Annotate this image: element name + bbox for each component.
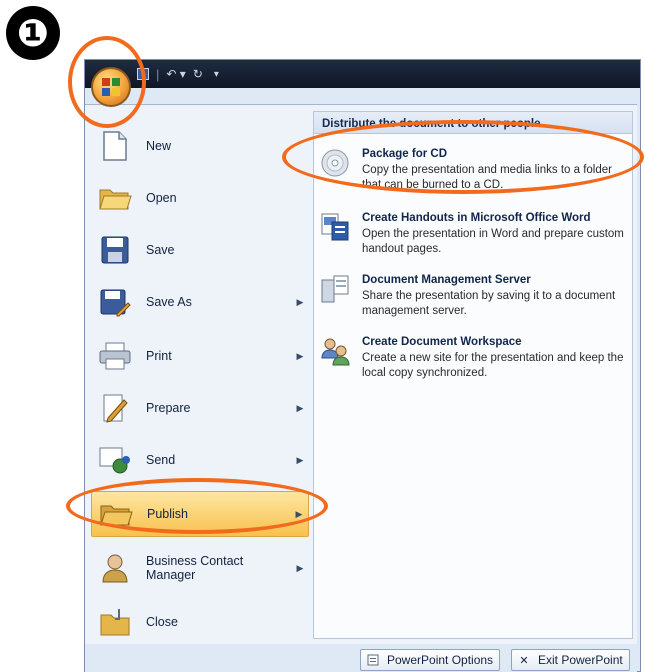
prepare-icon xyxy=(96,389,134,427)
menu-item-save[interactable]: Save xyxy=(91,227,309,273)
menu-item-open[interactable]: Open xyxy=(91,175,309,221)
office-menu: New Open Save Save As ▶ Print ▶ Prepare … xyxy=(85,104,637,644)
menu-item-new[interactable]: New xyxy=(91,123,309,169)
menu-item-prepare[interactable]: Prepare ▶ xyxy=(91,385,309,431)
submenu-arrow-icon: ▶ xyxy=(296,402,304,413)
office-logo-icon xyxy=(102,78,120,96)
toolbar-separator: | xyxy=(156,66,160,82)
close-x-icon: ✕ xyxy=(519,654,529,667)
publish-item-create-handouts[interactable]: Create Handouts in Microsoft Office Word… xyxy=(320,212,625,257)
save-as-icon xyxy=(96,283,134,321)
publish-item-document-management-server[interactable]: Document Management Server Share the pre… xyxy=(320,274,625,319)
publish-item-create-document-workspace[interactable]: Create Document Workspace Create a new s… xyxy=(320,336,625,381)
exit-powerpoint-button[interactable]: ✕ Exit PowerPoint xyxy=(511,649,630,671)
office-menu-footer: PowerPoint Options ✕ Exit PowerPoint xyxy=(85,646,637,672)
cd-disc-icon xyxy=(320,148,350,178)
exit-powerpoint-label: Exit PowerPoint xyxy=(538,653,623,667)
publish-item-title: Document Management Server xyxy=(362,274,531,286)
menu-item-label: Save As xyxy=(146,295,192,309)
powerpoint-window: | ↶ ▾ ↻ ▾ New Open Save Save As ▶ Print … xyxy=(84,59,641,672)
quick-save-icon[interactable] xyxy=(137,68,149,80)
publish-item-description: Copy the presentation and media links to… xyxy=(362,164,612,191)
publish-item-description: Create a new site for the presentation a… xyxy=(362,352,624,379)
quick-access-toolbar: | ↶ ▾ ↻ ▾ xyxy=(137,65,219,83)
submenu-arrow-icon: ▶ xyxy=(296,454,304,465)
menu-item-label: Send xyxy=(146,453,176,467)
submenu-arrow-icon: ▶ xyxy=(295,508,303,519)
office-menu-commands: New Open Save Save As ▶ Print ▶ Prepare … xyxy=(91,115,311,645)
workspace-people-icon xyxy=(320,336,350,366)
office-button[interactable] xyxy=(91,67,131,107)
menu-item-save-as[interactable]: Save As ▶ xyxy=(91,279,309,325)
step-number-badge: ❶ xyxy=(6,6,60,60)
menu-item-label: Close xyxy=(146,615,178,629)
menu-item-publish[interactable]: Publish ▶ xyxy=(91,491,309,537)
folder-open-icon xyxy=(96,179,134,217)
menu-item-label: New xyxy=(146,139,172,153)
menu-item-send[interactable]: Send ▶ xyxy=(91,437,309,483)
publish-folder-icon xyxy=(97,495,135,533)
menu-item-print[interactable]: Print ▶ xyxy=(91,333,309,379)
floppy-disk-icon xyxy=(96,231,134,269)
submenu-arrow-icon: ▶ xyxy=(296,296,304,307)
powerpoint-options-button[interactable]: PowerPoint Options xyxy=(360,649,501,671)
powerpoint-options-label: PowerPoint Options xyxy=(387,653,494,667)
menu-item-close[interactable]: Close xyxy=(91,599,309,645)
redo-icon[interactable]: ↻ xyxy=(193,67,203,81)
publish-item-description: Open the presentation in Word and prepar… xyxy=(362,228,624,255)
customize-toolbar-icon[interactable]: ▾ xyxy=(214,69,219,80)
send-icon xyxy=(96,441,134,479)
new-document-icon xyxy=(96,127,134,165)
menu-item-label: Publish xyxy=(147,507,188,521)
submenu-header: Distribute the document to other people xyxy=(314,112,632,134)
printer-icon xyxy=(96,337,134,375)
close-folder-icon xyxy=(96,603,134,641)
publish-item-title: Create Document Workspace xyxy=(362,336,522,348)
undo-icon[interactable]: ↶ ▾ xyxy=(166,67,185,81)
options-document-icon xyxy=(367,654,379,666)
publish-item-title: Create Handouts in Microsoft Office Word xyxy=(362,212,591,224)
document-server-icon xyxy=(320,274,350,304)
menu-item-label: Print xyxy=(146,349,172,363)
word-handouts-icon xyxy=(320,212,350,242)
menu-item-label: Prepare xyxy=(146,401,191,415)
publish-item-description: Share the presentation by saving it to a… xyxy=(362,290,616,317)
menu-item-label: Open xyxy=(146,191,177,205)
publish-item-title: Package for CD xyxy=(362,148,448,160)
publish-submenu: Distribute the document to other people … xyxy=(313,111,633,639)
contact-person-icon xyxy=(96,549,134,587)
submenu-arrow-icon: ▶ xyxy=(296,562,304,573)
publish-item-package-for-cd[interactable]: Package for CD Copy the presentation and… xyxy=(320,148,625,193)
menu-item-label: Business Contact Manager xyxy=(146,554,244,582)
submenu-arrow-icon: ▶ xyxy=(296,350,304,361)
title-bar: | ↶ ▾ ↻ ▾ xyxy=(85,60,640,88)
menu-item-business-contact-manager[interactable]: Business Contact Manager ▶ xyxy=(91,545,309,591)
menu-item-label: Save xyxy=(146,243,175,257)
